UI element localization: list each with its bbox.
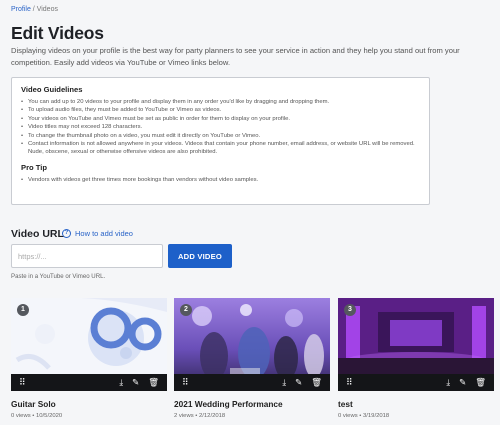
video-title: Guitar Solo — [11, 399, 56, 409]
guideline-item: You can add up to 20 videos to your prof… — [21, 98, 420, 107]
breadcrumb: Profile / Videos — [11, 6, 58, 13]
trash-icon[interactable]: 🗑 — [311, 378, 322, 387]
video-order-number: 1 — [17, 304, 29, 316]
video-meta: 2 views • 2/12/2018 — [174, 413, 226, 419]
guidelines-list: You can add up to 20 videos to your prof… — [21, 98, 420, 157]
video-toolbar: ⠿ ⤓ ✎ 🗑 — [11, 374, 167, 391]
download-icon[interactable]: ⤓ — [446, 378, 450, 387]
drag-handle-icon[interactable]: ⠿ — [346, 377, 353, 388]
download-icon[interactable]: ⤓ — [119, 378, 123, 387]
video-url-hint: Paste in a YouTube or Vimeo URL. — [11, 273, 106, 280]
guideline-item: To upload audio files, they must be adde… — [21, 106, 420, 115]
trash-icon[interactable]: 🗑 — [148, 378, 159, 387]
drag-handle-icon[interactable]: ⠿ — [182, 377, 189, 388]
page-title: Edit Videos — [11, 23, 104, 43]
pro-tip-item: Vendors with videos get three times more… — [21, 176, 420, 185]
pro-tip-list: Vendors with videos get three times more… — [21, 176, 420, 185]
guideline-item: Video titles may not exceed 128 characte… — [21, 123, 420, 132]
guidelines-box: Video Guidelines You can add up to 20 vi… — [11, 77, 430, 205]
pencil-icon[interactable]: ✎ — [295, 378, 302, 387]
video-thumbnail[interactable]: 2 ⠿ ⤓ ✎ 🗑 — [174, 298, 330, 391]
trash-icon[interactable]: 🗑 — [475, 378, 486, 387]
guideline-item: To change the thumbnail photo on a video… — [21, 132, 420, 141]
video-toolbar: ⠿ ⤓ ✎ 🗑 — [174, 374, 330, 391]
drag-handle-icon[interactable]: ⠿ — [19, 377, 26, 388]
help-link-text: How to add video — [75, 229, 133, 238]
video-url-label: Video URL — [11, 228, 64, 240]
video-title: test — [338, 399, 353, 409]
video-order-number: 3 — [344, 304, 356, 316]
breadcrumb-current: Videos — [36, 6, 58, 13]
guideline-item: Contact information is not allowed anywh… — [21, 140, 420, 157]
add-video-button[interactable]: ADD VIDEO — [168, 244, 232, 268]
video-card[interactable]: 2 ⠿ ⤓ ✎ 🗑 2021 Wedding Performance 2 vie… — [174, 298, 330, 419]
page-intro: Displaying videos on your profile is the… — [11, 46, 460, 67]
pro-tip-heading: Pro Tip — [21, 162, 48, 172]
pencil-icon[interactable]: ✎ — [459, 378, 466, 387]
video-toolbar: ⠿ ⤓ ✎ 🗑 — [338, 374, 494, 391]
question-circle-icon: ? — [62, 229, 71, 238]
video-order-number: 2 — [180, 304, 192, 316]
video-url-input[interactable] — [11, 244, 163, 268]
video-card[interactable]: 3 ⠿ ⤓ ✎ 🗑 test 0 views • 3/19/2018 — [338, 298, 494, 419]
guidelines-heading: Video Guidelines — [21, 85, 83, 94]
video-thumbnail[interactable]: 3 ⠿ ⤓ ✎ 🗑 — [338, 298, 494, 391]
download-icon[interactable]: ⤓ — [282, 378, 286, 387]
video-meta: 0 views • 3/19/2018 — [338, 413, 390, 419]
how-to-add-video-link[interactable]: ? How to add video — [62, 229, 133, 238]
guideline-item: Your videos on YouTube and Vimeo must be… — [21, 115, 420, 124]
video-title: 2021 Wedding Performance — [174, 399, 283, 409]
breadcrumb-profile-link[interactable]: Profile — [11, 6, 31, 13]
video-card[interactable]: 1 ⠿ ⤓ ✎ 🗑 Guitar Solo 0 views • 10/5/202… — [11, 298, 167, 419]
video-meta: 0 views • 10/5/2020 — [11, 413, 63, 419]
video-thumbnail[interactable]: 1 ⠿ ⤓ ✎ 🗑 — [11, 298, 167, 391]
pencil-icon[interactable]: ✎ — [132, 378, 139, 387]
